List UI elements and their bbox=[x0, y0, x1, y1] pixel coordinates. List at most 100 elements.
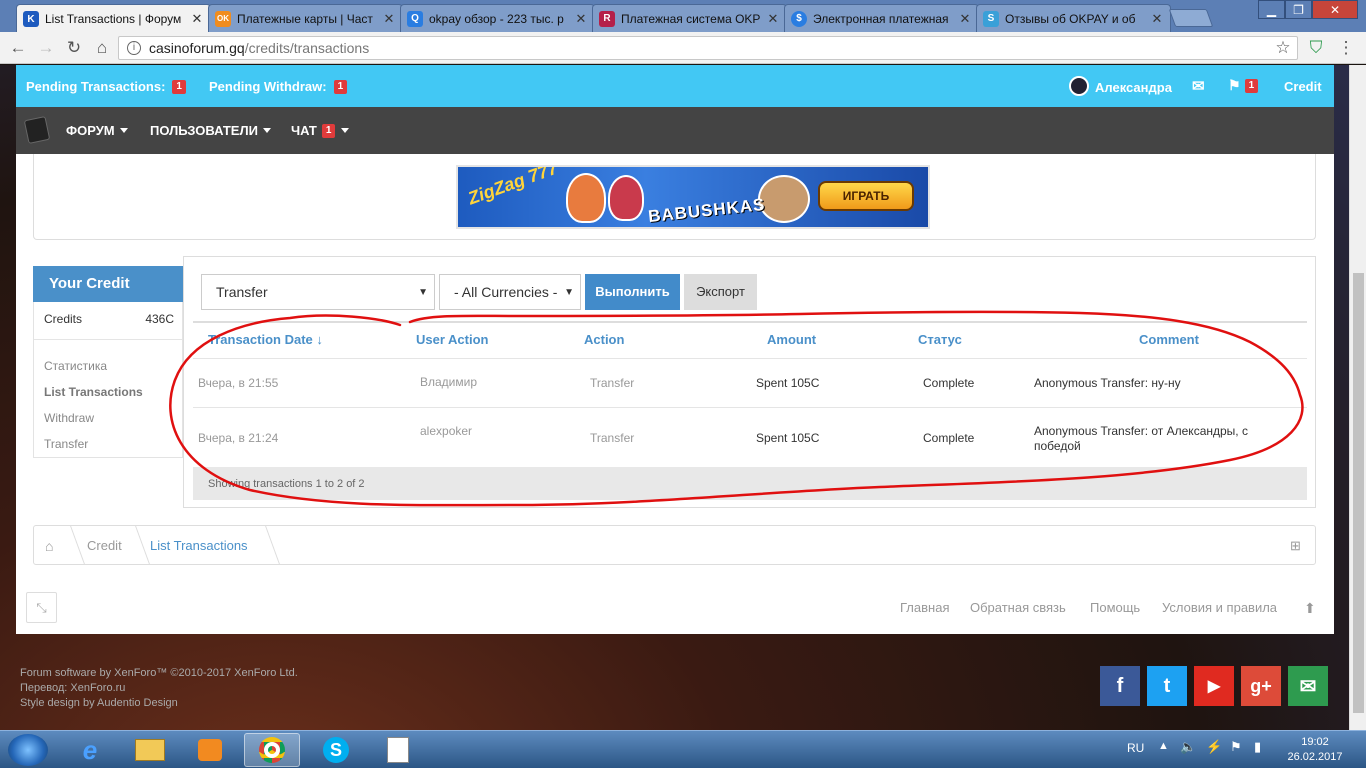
banner-play-button[interactable]: ИГРАТЬ bbox=[818, 181, 914, 211]
type-select[interactable]: Transfer ▼ bbox=[201, 274, 435, 310]
url-domain: casinoforum.gq bbox=[149, 40, 245, 56]
new-tab-button[interactable] bbox=[1168, 9, 1214, 27]
extension-shield-icon[interactable]: ⛉ bbox=[1306, 38, 1326, 58]
breadcrumb: ⌂ Credit List Transactions ⊞ bbox=[33, 525, 1316, 565]
export-button[interactable]: Экспорт bbox=[684, 274, 757, 310]
address-bar[interactable]: i casinoforum.gq/credits/transactions bbox=[118, 36, 1298, 60]
info-icon[interactable]: i bbox=[127, 41, 141, 55]
sidebar-item-list-transactions[interactable]: List Transactions bbox=[34, 385, 182, 399]
network-icon[interactable]: ⚡ bbox=[1206, 739, 1222, 755]
column-header-amount: Amount bbox=[767, 332, 817, 347]
internet-explorer-icon[interactable]: e bbox=[62, 733, 118, 767]
row-status: Complete bbox=[923, 431, 975, 445]
close-icon[interactable]: ✕ bbox=[190, 11, 204, 27]
skype-icon[interactable]: S bbox=[308, 733, 364, 767]
twitter-icon[interactable]: t bbox=[1147, 666, 1187, 706]
currency-select[interactable]: - All Currencies - ▼ bbox=[439, 274, 581, 310]
run-button[interactable]: Выполнить bbox=[585, 274, 680, 310]
ad-banner[interactable]: ZigZag 777 BABUSHKAS ИГРАТЬ bbox=[456, 165, 930, 229]
windows-taskbar: e S RU ▲ 🔈 ⚡ ⚑ ▮ 19:02 26.02.2017 bbox=[0, 730, 1366, 768]
column-header-date[interactable]: Transaction Date ↓ bbox=[208, 332, 323, 347]
chrome-icon[interactable] bbox=[244, 733, 300, 767]
browser-tab-strip: K List Transactions | Форум ✕ OK Платежн… bbox=[0, 0, 1366, 33]
text-editor-icon[interactable] bbox=[370, 733, 426, 767]
sidebar-item-withdraw[interactable]: Withdraw bbox=[34, 411, 182, 425]
footer-link-help[interactable]: Помощь bbox=[1090, 600, 1140, 615]
column-header-comment: Comment bbox=[1139, 332, 1199, 347]
close-icon[interactable]: ✕ bbox=[766, 11, 780, 27]
close-icon[interactable]: ✕ bbox=[958, 11, 972, 27]
home-icon[interactable]: ⌂ bbox=[45, 538, 53, 554]
minimize-button[interactable]: ▁ bbox=[1258, 0, 1285, 19]
maximize-button[interactable]: ❐ bbox=[1285, 0, 1312, 19]
breadcrumb-credit[interactable]: Credit bbox=[87, 538, 122, 553]
nav-forum[interactable]: ФОРУМ bbox=[66, 123, 128, 138]
footer-link-contact[interactable]: Обратная связь bbox=[970, 600, 1066, 615]
forward-icon[interactable]: → bbox=[36, 38, 56, 58]
back-icon[interactable]: ← bbox=[8, 38, 28, 58]
pending-withdraw[interactable]: Pending Withdraw: 1 bbox=[209, 79, 348, 94]
bear-image bbox=[758, 175, 810, 223]
row-user[interactable]: Владимир bbox=[420, 375, 477, 389]
facebook-icon[interactable]: f bbox=[1100, 666, 1140, 706]
sitemap-icon[interactable]: ⊞ bbox=[1290, 538, 1301, 554]
footer-link-terms[interactable]: Условия и правила bbox=[1162, 600, 1277, 615]
chevron-down-icon bbox=[262, 128, 271, 133]
matryoshka-image bbox=[608, 175, 644, 221]
menu-icon[interactable]: ⋮ bbox=[1336, 38, 1356, 58]
language-indicator[interactable]: RU bbox=[1127, 741, 1144, 755]
breadcrumb-list-transactions[interactable]: List Transactions bbox=[150, 538, 248, 553]
tray-expand-icon[interactable]: ▲ bbox=[1158, 740, 1169, 752]
sidebar-item-transfer[interactable]: Transfer bbox=[34, 437, 182, 451]
browser-toolbar: ← → ↻ ⌂ i casinoforum.gq/credits/transac… bbox=[0, 32, 1366, 64]
envelope-icon[interactable]: ✉ bbox=[1192, 77, 1205, 95]
bookmark-star-icon[interactable]: ☆ bbox=[1273, 38, 1293, 58]
alerts[interactable]: ⚑ 1 bbox=[1228, 77, 1259, 94]
scrollbar-thumb[interactable] bbox=[1353, 273, 1364, 713]
nav-users[interactable]: ПОЛЬЗОВАТЕЛИ bbox=[150, 123, 271, 138]
type-select-value: Transfer bbox=[216, 284, 268, 300]
reload-icon[interactable]: ↻ bbox=[64, 38, 84, 58]
pending-transactions[interactable]: Pending Transactions: 1 bbox=[26, 79, 186, 94]
copyright-line: Перевод: XenForo.ru bbox=[20, 682, 126, 694]
google-plus-icon[interactable]: g+ bbox=[1241, 666, 1281, 706]
table-footer: Showing transactions 1 to 2 of 2 bbox=[193, 467, 1307, 500]
browser-tab-3[interactable]: R Платежная система OKP ✕ bbox=[592, 4, 787, 32]
sidebar-item-statistics[interactable]: Статистика bbox=[34, 359, 182, 373]
nav-chat[interactable]: ЧАТ 1 bbox=[291, 123, 350, 138]
credit-link[interactable]: Credit bbox=[1284, 79, 1322, 94]
row-user[interactable]: alexpoker bbox=[420, 424, 472, 438]
scrollbar[interactable] bbox=[1349, 65, 1366, 730]
close-icon[interactable]: ✕ bbox=[1150, 11, 1164, 27]
volume-icon[interactable]: 🔈 bbox=[1180, 739, 1196, 755]
browser-tab-1[interactable]: OK Платежные карты | Част ✕ bbox=[208, 4, 403, 32]
close-icon[interactable]: ✕ bbox=[574, 11, 588, 27]
file-explorer-icon[interactable] bbox=[122, 733, 178, 767]
site-logo[interactable] bbox=[23, 115, 51, 145]
collapse-icon[interactable]: ⤡ bbox=[26, 592, 57, 623]
browser-tab-4[interactable]: $ Электронная платежная ✕ bbox=[784, 4, 979, 32]
clock[interactable]: 19:02 26.02.2017 bbox=[1280, 735, 1350, 765]
windows-start-icon[interactable] bbox=[8, 734, 48, 766]
close-icon[interactable]: ✕ bbox=[382, 11, 396, 27]
browser-tab-2[interactable]: Q okpay обзор - 223 тыс. р ✕ bbox=[400, 4, 595, 32]
row-date: Вчера, в 21:55 bbox=[198, 376, 279, 390]
browser-tab-5[interactable]: S Отзывы об OKPAY и об ✕ bbox=[976, 4, 1171, 32]
user-menu[interactable]: Александра bbox=[1069, 76, 1172, 96]
media-player-icon[interactable] bbox=[182, 733, 238, 767]
email-icon[interactable]: ✉ bbox=[1288, 666, 1328, 706]
window-close-button[interactable]: ✕ bbox=[1312, 0, 1358, 19]
arrow-up-icon[interactable]: ⬆ bbox=[1304, 600, 1316, 617]
banner-container: ZigZag 777 BABUSHKAS ИГРАТЬ bbox=[33, 154, 1316, 240]
browser-tab-0[interactable]: K List Transactions | Форум ✕ bbox=[16, 4, 211, 33]
footer-link-home[interactable]: Главная bbox=[900, 600, 949, 615]
action-center-icon[interactable]: ⚑ bbox=[1230, 739, 1242, 755]
tab-title: Платежная система OKP bbox=[621, 11, 761, 26]
avatar bbox=[1069, 76, 1089, 96]
pending-withdraw-badge: 1 bbox=[333, 79, 348, 94]
battery-icon[interactable]: ▮ bbox=[1254, 739, 1261, 755]
column-header-status: Статус bbox=[918, 332, 962, 347]
row-amount: Spent 105C bbox=[756, 431, 820, 445]
home-icon[interactable]: ⌂ bbox=[92, 38, 112, 58]
youtube-icon[interactable]: ▶ bbox=[1194, 666, 1234, 706]
